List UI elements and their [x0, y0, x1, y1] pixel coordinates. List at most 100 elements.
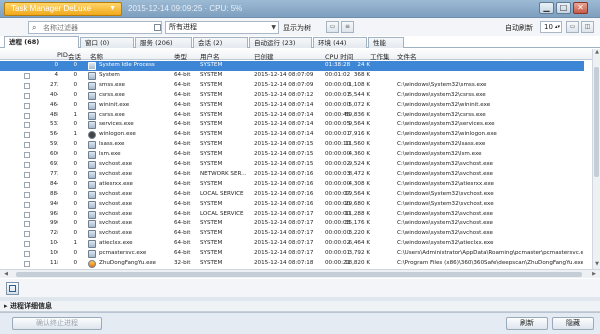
row-checkbox[interactable] — [24, 132, 30, 139]
row-checkbox[interactable] — [24, 92, 30, 99]
table-row[interactable]: 844 0 atiesrxx.exe 64-bit SYSTEM 2015-12-14 0… — [0, 180, 584, 190]
panel-layout-button[interactable] — [6, 282, 19, 295]
cell-sess: 0 — [73, 190, 77, 197]
cell-pid: 692 — [50, 161, 58, 167]
column-working-set[interactable]: 工作集 — [370, 51, 390, 61]
table-row[interactable]: 728 0 svchost.exe 64-bit SYSTEM 2015-12-14 08… — [0, 229, 584, 239]
row-checkbox[interactable] — [24, 231, 30, 238]
end-process-button[interactable]: 确认终止进程 — [12, 317, 102, 330]
cell-created: 2015-12-14 08:07:17 — [254, 220, 314, 227]
tree-view-button[interactable]: ▭ — [326, 21, 339, 33]
refresh-button[interactable]: 刷新 — [506, 317, 548, 330]
cell-file: C:\windows\system32\lsass.exe — [397, 141, 486, 148]
table-row[interactable]: 4 0 System 64-bit SYSTEM 2015-12-14 08:07:09 0… — [0, 71, 584, 81]
hide-button[interactable]: 隐藏 — [552, 317, 594, 330]
horizontal-scrollbar[interactable]: ◀ ▶ — [0, 269, 600, 278]
table-row[interactable]: 968 0 svchost.exe 64-bit LOCAL SERVICE 2015-1… — [0, 210, 584, 220]
row-checkbox[interactable] — [24, 102, 30, 109]
title-bar: Task Manager DeLuxe ▼ 2015-12-14 09:09:2… — [0, 0, 600, 18]
cell-pid: 4 — [54, 71, 58, 78]
cell-sess: 0 — [73, 101, 77, 108]
table-row[interactable]: 532 0 services.exe 64-bit SYSTEM 2015-12-14 0… — [0, 120, 584, 130]
cell-user: SYSTEM — [200, 131, 223, 138]
search-box[interactable]: ⌕ — [28, 21, 162, 34]
layout-single-button[interactable]: ▭ — [566, 21, 579, 33]
row-checkbox[interactable] — [24, 261, 30, 267]
table-row[interactable]: 404 0 csrss.exe 64-bit SYSTEM 2015-12-14 08:0… — [0, 91, 584, 101]
row-checkbox[interactable] — [24, 241, 30, 248]
cell-pid: 728 — [50, 230, 58, 237]
cell-user: SYSTEM — [200, 230, 223, 237]
column-name[interactable]: 名称 — [90, 51, 103, 61]
row-checkbox[interactable] — [24, 162, 30, 168]
show-as-tree-label[interactable]: 显示为树 — [283, 23, 311, 33]
cell-created: 2015-12-14 08:07:16 — [254, 170, 314, 177]
table-row[interactable]: 1044 1 atieclxx.exe 64-bit SYSTEM 2015-12-14 … — [0, 239, 584, 249]
column-pid[interactable]: PID — [57, 51, 68, 59]
row-checkbox[interactable] — [24, 211, 30, 218]
tab-sessions[interactable]: 会话 (2) — [193, 37, 248, 48]
filter-checkbox[interactable] — [154, 24, 161, 31]
row-checkbox[interactable] — [24, 122, 30, 129]
row-checkbox[interactable] — [24, 251, 30, 258]
scroll-left-icon[interactable]: ◀ — [2, 270, 10, 279]
table-row[interactable]: 772 0 svchost.exe 64-bit NETWORK SER... 2015-… — [0, 170, 584, 180]
table-row[interactable]: 272 0 smss.exe 64-bit SYSTEM 2015-12-14 08:07… — [0, 81, 584, 91]
scroll-down-icon[interactable]: ▼ — [593, 261, 600, 269]
maximize-button[interactable]: □ — [556, 2, 571, 14]
tab-services[interactable]: 服务 (206) — [135, 37, 192, 48]
tab-environment[interactable]: 环境 (44) — [313, 37, 367, 48]
horizontal-scroll-thumb[interactable] — [16, 272, 582, 277]
cell-type: 64-bit — [174, 121, 191, 128]
table-row[interactable]: 1180 0 ZhuDongFangYu.exe 32-bit SYSTEM 2015-1… — [0, 259, 584, 269]
row-checkbox[interactable] — [24, 181, 30, 188]
table-row[interactable]: 592 0 lsass.exe 64-bit SYSTEM 2015-12-14 08:0… — [0, 140, 584, 150]
tab-processes[interactable]: 进程 (68) — [4, 36, 79, 48]
name-filter-input[interactable] — [43, 23, 157, 33]
column-created[interactable]: 已创建 — [254, 51, 274, 61]
row-checkbox[interactable] — [24, 72, 30, 79]
vertical-scroll-thumb[interactable] — [594, 67, 599, 177]
cell-pid: 1180 — [50, 260, 58, 266]
row-checkbox[interactable] — [24, 152, 30, 159]
row-checkbox[interactable] — [24, 221, 30, 228]
refresh-interval-spinner[interactable]: 10 ▴▾ — [540, 21, 562, 33]
table-row[interactable]: 464 0 wininit.exe 64-bit SYSTEM 2015-12-14 08… — [0, 101, 584, 111]
process-details-header[interactable]: ▸ 进程详细信息 — [0, 301, 600, 312]
layout-split-button[interactable]: ◫ — [581, 21, 594, 33]
row-checkbox[interactable] — [24, 171, 30, 178]
tab-performance[interactable]: 性能 — [368, 37, 404, 48]
row-checkbox[interactable] — [24, 82, 30, 89]
list-view-button[interactable]: ≡ — [341, 21, 354, 33]
row-checkbox[interactable] — [24, 191, 30, 198]
column-cpu-time[interactable]: CPU 时间 — [325, 51, 353, 61]
table-row[interactable]: 940 0 svchost.exe 64-bit SYSTEM 2015-12-14 08… — [0, 200, 584, 210]
vertical-scrollbar[interactable]: ▲ ▼ — [592, 49, 600, 269]
tab-windows[interactable]: 窗口 (0) — [80, 37, 134, 48]
close-button[interactable]: ✕ — [573, 2, 588, 14]
column-filename[interactable]: 文件名 — [397, 51, 417, 61]
table-row[interactable]: 996 0 svchost.exe 64-bit SYSTEM 2015-12-14 08… — [0, 219, 584, 229]
scroll-up-icon[interactable]: ▲ — [593, 49, 600, 57]
cell-file: C:\windows\system32\wininit.exe — [397, 101, 491, 108]
column-type[interactable]: 类型 — [174, 51, 187, 61]
row-checkbox[interactable] — [24, 201, 30, 208]
table-row[interactable]: 884 0 svchost.exe 64-bit LOCAL SERVICE 2015-1… — [0, 190, 584, 200]
table-row[interactable]: 0 0 System Idle Process SYSTEM 01:38:28 24 K — [0, 61, 584, 71]
table-row[interactable]: 564 1 winlogon.exe 64-bit SYSTEM 2015-12-14 0… — [0, 130, 584, 140]
column-session[interactable]: 会话 — [68, 51, 81, 61]
column-username[interactable]: 用户名 — [200, 51, 220, 61]
app-menu-button[interactable]: Task Manager DeLuxe ▼ — [4, 2, 122, 16]
process-filter-select[interactable]: 所有进程 ▼ — [165, 21, 279, 34]
table-row[interactable]: 488 1 csrss.exe 64-bit SYSTEM 2015-12-14 08:0… — [0, 111, 584, 121]
cell-created: 2015-12-14 08:07:18 — [254, 260, 314, 266]
cell-sess: 0 — [73, 121, 77, 128]
tab-autorun[interactable]: 自动运行 (23) — [249, 37, 312, 48]
table-row[interactable]: 1060 0 pcmastersvc.exe 64-bit SYSTEM 2015-12-… — [0, 249, 584, 259]
scroll-right-icon[interactable]: ▶ — [590, 270, 598, 279]
row-checkbox[interactable] — [24, 112, 30, 119]
minimize-button[interactable]: ▁ — [539, 2, 554, 14]
row-checkbox[interactable] — [24, 142, 30, 149]
table-row[interactable]: 692 0 svchost.exe 64-bit SYSTEM 2015-12-14 08… — [0, 160, 584, 170]
table-row[interactable]: 600 0 lsm.exe 64-bit SYSTEM 2015-12-14 08:07:… — [0, 150, 584, 160]
